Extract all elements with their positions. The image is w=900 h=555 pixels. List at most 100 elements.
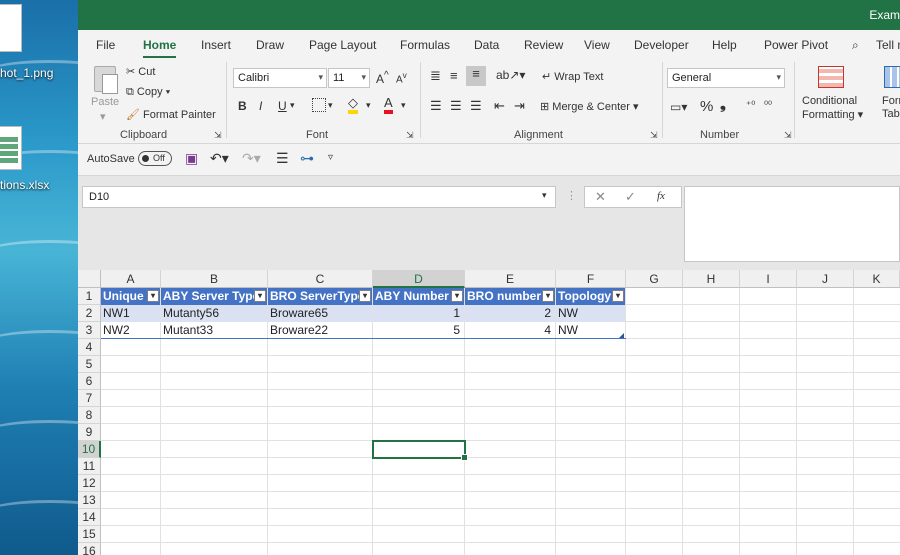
font-name-select[interactable]: Calibri [233,68,327,88]
column-header[interactable]: K [854,270,900,288]
insert-function-icon[interactable]: fx [657,190,665,202]
comma-style-button[interactable]: ❟ [720,96,726,113]
table-cell[interactable]: 1 [373,305,464,322]
row-header[interactable]: 2 [78,305,101,322]
table-header-cell[interactable]: Unique ▾ [101,288,160,305]
tab-review[interactable]: Review [524,38,563,52]
row-header[interactable]: 7 [78,390,101,407]
row-header[interactable]: 1 [78,288,101,305]
row-header[interactable]: 9 [78,424,101,441]
row-header[interactable]: 4 [78,339,101,356]
table-resize-handle[interactable] [619,333,624,338]
align-left-icon[interactable]: ☰ [430,98,442,114]
table-header-cell[interactable]: ABY Number ▾ [373,288,464,305]
row-header[interactable]: 8 [78,407,101,424]
row-header[interactable]: 6 [78,373,101,390]
tab-home[interactable]: Home [143,38,177,58]
dialog-launcher-icon[interactable]: ⇲ [784,130,792,141]
filter-dropdown-icon[interactable]: ▾ [147,290,159,302]
tab-data[interactable]: Data [474,38,499,52]
decrease-font-icon[interactable]: Av [396,70,407,85]
align-center-icon[interactable]: ☰ [450,98,462,114]
paste-dropdown-icon[interactable]: ▾ [100,110,106,123]
font-size-select[interactable]: 11 [328,68,370,88]
save-icon[interactable]: ▣ [185,150,198,167]
dialog-launcher-icon[interactable]: ⇲ [406,130,414,141]
tab-file[interactable]: File [96,38,115,52]
list-icon[interactable]: ☰ [276,150,289,167]
column-header[interactable]: I [740,270,797,288]
tab-help[interactable]: Help [712,38,737,52]
tab-power-pivot[interactable]: Power Pivot [764,38,828,52]
table-cell[interactable]: 4 [465,322,555,339]
undo-icon[interactable]: ↶▾ [210,150,229,167]
row-header[interactable]: 12 [78,475,101,492]
filter-dropdown-icon[interactable]: ▾ [542,290,554,302]
format-as-table-icon[interactable] [884,66,900,88]
number-format-select[interactable]: General [667,68,785,88]
percent-style-button[interactable]: % [700,98,713,115]
table-cell[interactable]: 2 [465,305,555,322]
fill-color-icon[interactable]: ◇ [348,96,358,114]
hierarchy-icon[interactable]: ⊶ [300,150,314,167]
search-icon[interactable]: ⌕ [852,38,859,53]
accounting-format-icon[interactable]: ▭▾ [670,100,687,114]
table-cell[interactable]: Broware22 [268,322,372,339]
tab-page-layout[interactable]: Page Layout [309,38,376,52]
table-cell[interactable]: NW [556,322,625,339]
dialog-launcher-icon[interactable]: ⇲ [214,130,222,141]
font-color-icon[interactable]: A [384,96,393,114]
customize-qat-icon[interactable]: ▿ [328,152,333,163]
decrease-indent-icon[interactable]: ⇤ [494,98,505,114]
filter-dropdown-icon[interactable]: ▾ [451,290,463,302]
table-header-cell[interactable]: BRO ServerType ▾ [268,288,372,305]
tab-developer[interactable]: Developer [634,38,689,52]
align-top-icon[interactable]: ≣ [430,68,441,84]
select-all-corner[interactable] [78,270,101,288]
column-header[interactable]: G [626,270,683,288]
copy-button[interactable]: ⧉ Copy ▾ [126,86,170,99]
format-as-table-label[interactable]: Format [882,95,900,107]
conditional-formatting-button[interactable]: Formatting ▾ [802,108,863,121]
conditional-formatting-icon[interactable] [818,66,844,88]
tab-formulas[interactable]: Formulas [400,38,450,52]
decrease-decimal-icon[interactable]: ⁰⁰ [764,100,772,111]
paste-icon[interactable] [92,64,120,96]
column-header[interactable]: B [161,270,268,288]
wrap-text-button[interactable]: ↵ Wrap Text [542,70,603,83]
bold-button[interactable]: B [238,99,247,113]
column-header[interactable]: H [683,270,740,288]
active-cell[interactable] [372,440,468,461]
merge-center-button[interactable]: ⊞ Merge & Center ▾ [540,100,639,113]
align-right-icon[interactable]: ☰ [470,98,482,114]
tab-view[interactable]: View [584,38,610,52]
table-cell[interactable]: Mutanty56 [161,305,267,322]
underline-dropdown-icon[interactable]: ▾ [290,100,295,111]
filter-dropdown-icon[interactable]: ▾ [612,290,624,302]
table-cell[interactable]: NW [556,305,625,322]
column-header[interactable]: D [373,270,465,288]
increase-decimal-icon[interactable]: ⁺⁰ [746,100,755,111]
column-header[interactable]: E [465,270,556,288]
dialog-launcher-icon[interactable]: ⇲ [650,130,658,141]
enter-icon[interactable]: ✓ [625,189,636,205]
tab-draw[interactable]: Draw [256,38,284,52]
table-header-cell[interactable]: ABY Server Type ▾ [161,288,267,305]
tab-insert[interactable]: Insert [201,38,231,52]
format-as-table-button[interactable]: Table [882,108,900,120]
table-cell[interactable]: Broware65 [268,305,372,322]
row-header[interactable]: 13 [78,492,101,509]
table-header-cell[interactable]: Topology ▾ [556,288,625,305]
table-cell[interactable]: NW1 [101,305,160,322]
increase-indent-icon[interactable]: ⇥ [514,98,525,114]
table-header-cell[interactable]: BRO number ▾ [465,288,555,305]
filter-dropdown-icon[interactable]: ▾ [254,290,266,302]
cancel-icon[interactable]: ✕ [595,189,606,205]
column-header[interactable]: A [101,270,161,288]
paste-button[interactable]: Paste [91,96,119,108]
increase-font-icon[interactable]: A^ [376,70,389,86]
row-header[interactable]: 10 [78,441,101,458]
spreadsheet-grid[interactable]: A B C D E F G H I J K 1 2 3 4 5 6 7 8 9 … [78,270,900,555]
font-color-dropdown-icon[interactable]: ▾ [401,100,406,111]
autosave-toggle[interactable]: Off [138,151,172,166]
